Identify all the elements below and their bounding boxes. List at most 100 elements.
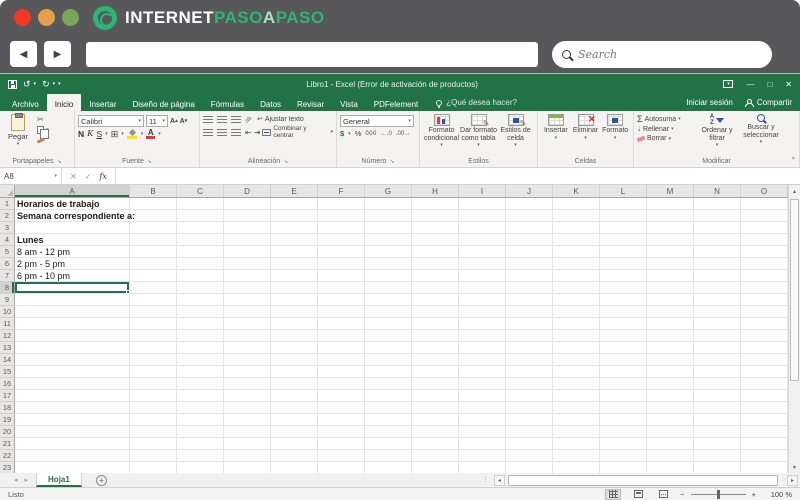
cell-B6[interactable] (130, 258, 177, 270)
cell-A5[interactable]: 8 am - 12 pm (15, 246, 130, 258)
cell-L2[interactable] (600, 210, 647, 222)
confirm-entry-icon[interactable]: ✓ (85, 172, 92, 181)
cell-G17[interactable] (365, 390, 412, 402)
column-header-j[interactable]: J (506, 185, 553, 197)
format-cells-button[interactable]: Formato ▾ (600, 113, 630, 141)
column-header-n[interactable]: N (694, 185, 741, 197)
cell-L5[interactable] (600, 246, 647, 258)
row-header-21[interactable]: 21 (0, 438, 15, 450)
cell-G2[interactable] (365, 210, 412, 222)
cell-J22[interactable] (506, 450, 553, 462)
row-header-11[interactable]: 11 (0, 318, 15, 330)
fill-color-dropdown-icon[interactable]: ▾ (141, 131, 144, 137)
cell-J17[interactable] (506, 390, 553, 402)
cell-D5[interactable] (224, 246, 271, 258)
cell-G3[interactable] (365, 222, 412, 234)
cell-K12[interactable] (553, 330, 600, 342)
cell-D6[interactable] (224, 258, 271, 270)
column-header-e[interactable]: E (271, 185, 318, 197)
redo-icon[interactable]: ↻ (42, 79, 50, 90)
column-header-i[interactable]: I (459, 185, 506, 197)
cell-H16[interactable] (412, 378, 459, 390)
forward-button[interactable]: ▶ (44, 41, 71, 67)
cell-C15[interactable] (177, 366, 224, 378)
bold-button[interactable]: N (78, 129, 84, 139)
cell-A3[interactable] (15, 222, 130, 234)
cell-E4[interactable] (271, 234, 318, 246)
cell-A15[interactable] (15, 366, 130, 378)
insert-cells-button[interactable]: Insertar ▾ (541, 113, 571, 141)
cell-B12[interactable] (130, 330, 177, 342)
cell-A6[interactable]: 2 pm - 5 pm (15, 258, 130, 270)
cell-B13[interactable] (130, 342, 177, 354)
cell-N1[interactable] (694, 198, 741, 210)
close-button[interactable]: ✕ (785, 80, 792, 89)
cell-G11[interactable] (365, 318, 412, 330)
cell-G20[interactable] (365, 426, 412, 438)
tab-dise-o-de-p-gina[interactable]: Diseño de página (125, 94, 203, 111)
cell-M5[interactable] (647, 246, 694, 258)
search-box[interactable] (552, 40, 772, 68)
column-header-b[interactable]: B (130, 185, 177, 197)
cell-N12[interactable] (694, 330, 741, 342)
cell-B15[interactable] (130, 366, 177, 378)
cell-I16[interactable] (459, 378, 506, 390)
cell-D11[interactable] (224, 318, 271, 330)
cell-O1[interactable] (741, 198, 788, 210)
cell-O2[interactable] (741, 210, 788, 222)
cell-J12[interactable] (506, 330, 553, 342)
cell-F19[interactable] (318, 414, 365, 426)
cell-N13[interactable] (694, 342, 741, 354)
cell-B20[interactable] (130, 426, 177, 438)
cell-J13[interactable] (506, 342, 553, 354)
cell-J23[interactable] (506, 462, 553, 473)
cell-L3[interactable] (600, 222, 647, 234)
cell-I6[interactable] (459, 258, 506, 270)
cell-E11[interactable] (271, 318, 318, 330)
cell-D14[interactable] (224, 354, 271, 366)
cell-D15[interactable] (224, 366, 271, 378)
sign-in-button[interactable]: Iniciar sesión (686, 98, 733, 107)
cell-J3[interactable] (506, 222, 553, 234)
cell-F4[interactable] (318, 234, 365, 246)
cell-E3[interactable] (271, 222, 318, 234)
cell-M20[interactable] (647, 426, 694, 438)
cell-N16[interactable] (694, 378, 741, 390)
name-box-dropdown-icon[interactable]: ▾ (54, 173, 57, 179)
cell-A22[interactable] (15, 450, 130, 462)
cell-J6[interactable] (506, 258, 553, 270)
cell-D16[interactable] (224, 378, 271, 390)
cell-C16[interactable] (177, 378, 224, 390)
cell-K3[interactable] (553, 222, 600, 234)
cell-B18[interactable] (130, 402, 177, 414)
tab-insertar[interactable]: Insertar (81, 94, 124, 111)
view-page-layout-button[interactable] (630, 489, 646, 500)
cell-C1[interactable] (177, 198, 224, 210)
row-header-23[interactable]: 23 (0, 462, 15, 473)
cell-L10[interactable] (600, 306, 647, 318)
decrease-indent-button[interactable]: ⇤ (245, 128, 252, 137)
cell-C22[interactable] (177, 450, 224, 462)
name-box[interactable]: A8 ▾ (0, 168, 62, 184)
add-sheet-button[interactable]: + (95, 474, 107, 486)
cell-H2[interactable] (412, 210, 459, 222)
cell-D12[interactable] (224, 330, 271, 342)
row-header-14[interactable]: 14 (0, 354, 15, 366)
cell-G13[interactable] (365, 342, 412, 354)
cell-N5[interactable] (694, 246, 741, 258)
cell-N7[interactable] (694, 270, 741, 282)
cell-N20[interactable] (694, 426, 741, 438)
cell-C19[interactable] (177, 414, 224, 426)
autosum-button[interactable]: Σ Autosuma ▾ (637, 115, 695, 124)
cell-I5[interactable] (459, 246, 506, 258)
cell-F11[interactable] (318, 318, 365, 330)
cell-K6[interactable] (553, 258, 600, 270)
cell-N19[interactable] (694, 414, 741, 426)
cell-H11[interactable] (412, 318, 459, 330)
search-input[interactable] (578, 47, 728, 61)
cell-I4[interactable] (459, 234, 506, 246)
alineacion-launcher-icon[interactable]: ↘ (283, 158, 288, 165)
cell-K14[interactable] (553, 354, 600, 366)
cell-L1[interactable] (600, 198, 647, 210)
cell-N8[interactable] (694, 282, 741, 294)
